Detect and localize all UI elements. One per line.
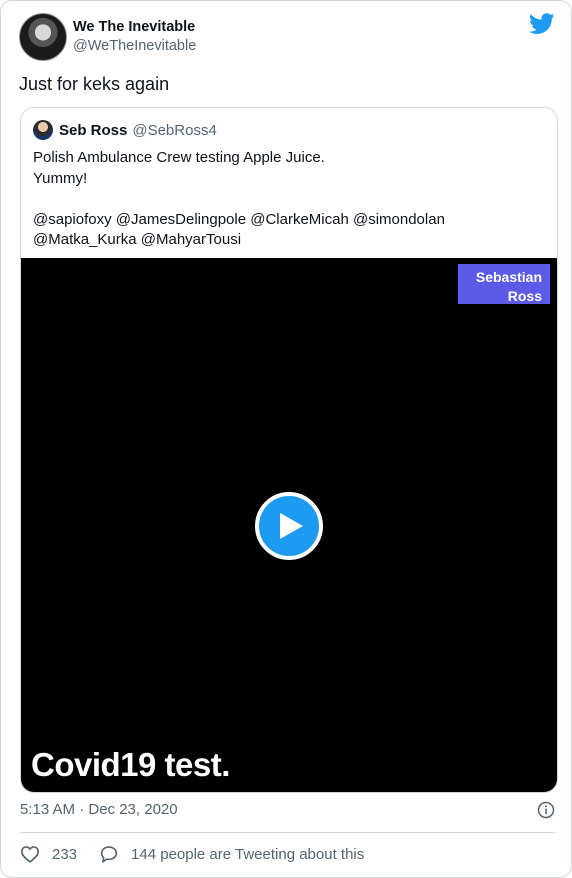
quoted-line [33,189,543,210]
tweet-card: We The Inevitable @WeTheInevitable Just … [0,0,572,878]
author-names[interactable]: We The Inevitable @WeTheInevitable [73,19,196,54]
author-avatar[interactable] [19,13,67,61]
twitter-bird-icon[interactable] [529,13,555,35]
quoted-mentions-line[interactable]: @Matka_Kurka @MahyarTousi [33,230,543,251]
badge-line: Ross [507,288,542,304]
badge-line: Sebastian [475,269,542,285]
quoted-author-handle: @SebRoss4 [132,121,217,139]
quoted-line: Polish Ambulance Crew testing Apple Juic… [33,149,325,166]
like-button[interactable]: 233 [20,845,77,863]
play-button[interactable] [255,492,323,560]
conversation-button[interactable]: 144 people are Tweeting about this [99,845,364,863]
quoted-mentions-line[interactable]: @sapiofoxy @JamesDelingpole @ClarkeMicah… [33,210,543,231]
heart-icon [20,846,40,863]
video-caption: Covid19 test. [31,746,230,783]
name-badge: Sebastian Ross [458,264,550,304]
quoted-author-name: Seb Ross [59,121,128,139]
author-handle[interactable]: @WeTheInevitable [73,38,196,54]
info-icon[interactable] [537,801,555,819]
tweet-text: Just for keks again [19,74,170,94]
speech-bubble-icon [100,846,118,863]
video-player[interactable]: Sebastian Ross Covid19 test. [21,258,557,792]
quoted-text: Polish Ambulance Crew testing Apple Juic… [33,148,543,251]
play-icon [280,513,303,539]
quoted-header: Seb Ross @SebRoss4 [33,120,217,140]
quoted-tweet[interactable]: Seb Ross @SebRoss4 Polish Ambulance Crew… [20,107,558,793]
tweet-timestamp[interactable]: 5:13 AM · Dec 23, 2020 [20,801,178,818]
author-display-name[interactable]: We The Inevitable [73,19,196,35]
divider [20,832,555,833]
tweeting-about-label: 144 people are Tweeting about this [131,845,365,863]
quoted-line: Yummy! [33,169,88,187]
quoted-author-avatar [33,120,53,140]
tweet-actions: 233 144 people are Tweeting about this [20,845,386,863]
tweet-header: We The Inevitable @WeTheInevitable [19,13,555,63]
like-count: 233 [52,845,78,863]
